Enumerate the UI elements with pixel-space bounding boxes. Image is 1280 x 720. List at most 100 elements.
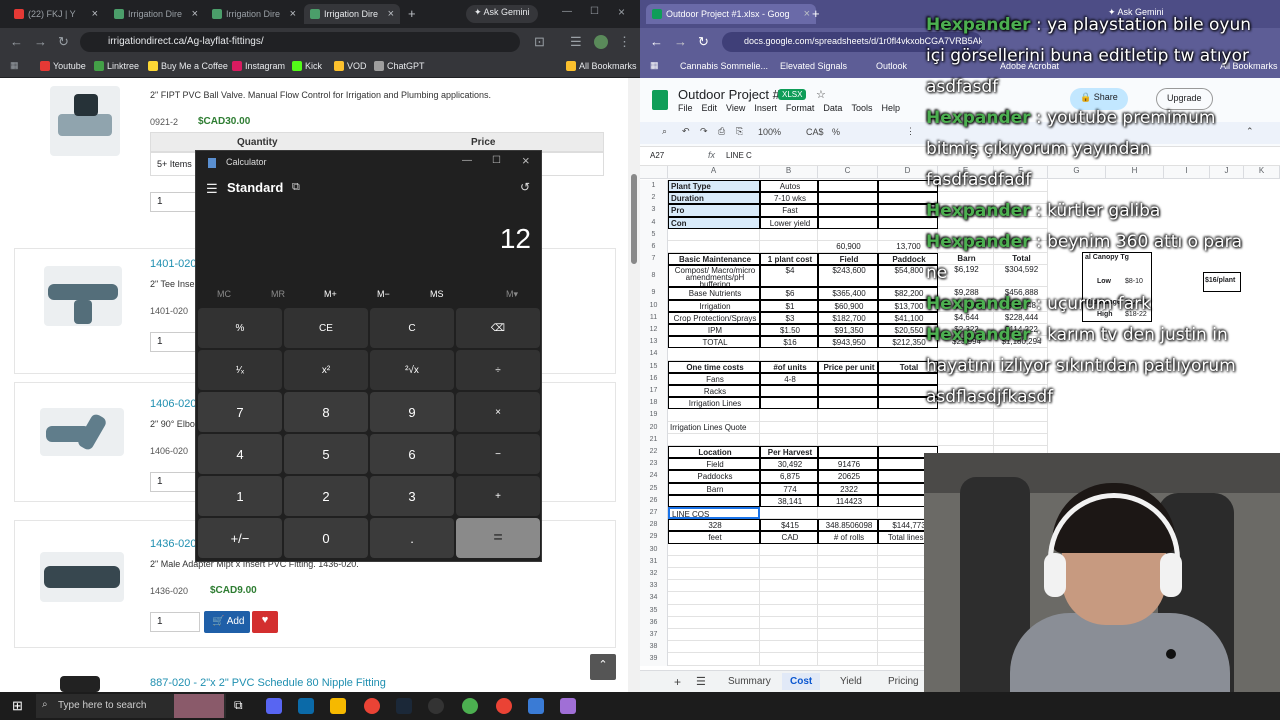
digit-9-key[interactable]: 9 xyxy=(370,392,454,432)
cell-a18[interactable]: Irrigation Lines xyxy=(668,397,760,410)
cell-a19[interactable] xyxy=(668,409,760,422)
cell-b13[interactable]: $16 xyxy=(760,336,818,349)
row-header[interactable]: 22 xyxy=(640,446,668,459)
cell-b26[interactable]: 38,141 xyxy=(760,494,818,507)
row-header[interactable]: 38 xyxy=(640,641,668,654)
cell-c28[interactable]: 348.8506098 xyxy=(818,519,878,532)
scrollbar[interactable] xyxy=(628,78,640,692)
cell-b15[interactable]: #of units xyxy=(760,360,818,373)
quantity-input[interactable]: 1 xyxy=(150,192,200,212)
wishlist-button[interactable]: ♥ xyxy=(252,611,278,633)
cell-a16[interactable]: Fans xyxy=(668,372,760,385)
cell-b21[interactable] xyxy=(760,433,818,446)
cell-a6[interactable] xyxy=(668,241,760,254)
maximize-button[interactable]: ☐ xyxy=(492,155,501,166)
cell-c30[interactable] xyxy=(818,543,878,556)
cell-b7[interactable]: 1 plant cost xyxy=(760,253,818,266)
cell-b20[interactable] xyxy=(760,421,818,434)
row-header[interactable]: 14 xyxy=(640,348,668,361)
cell-a2[interactable]: Duration xyxy=(668,192,760,205)
cell-b31[interactable] xyxy=(760,555,818,568)
cell-a7[interactable]: Basic Maintenance xyxy=(668,253,760,266)
cell-a21[interactable] xyxy=(668,433,760,446)
cell-a10[interactable]: Irrigation xyxy=(668,299,760,312)
row-header[interactable]: 12 xyxy=(640,324,668,337)
cell-b38[interactable] xyxy=(760,641,818,654)
edge-icon[interactable] xyxy=(298,698,314,714)
backspace-key[interactable]: ⌫ xyxy=(456,308,540,348)
cell-c24[interactable]: 20625 xyxy=(818,470,878,483)
profile-avatar[interactable] xyxy=(594,35,608,49)
cell-a26[interactable] xyxy=(668,494,760,507)
cell-c4[interactable] xyxy=(818,216,878,229)
cell-c12[interactable]: $91,350 xyxy=(818,324,878,337)
cell-a34[interactable] xyxy=(668,592,760,605)
cell-b8[interactable]: $4 xyxy=(760,265,818,288)
forward-icon[interactable]: → xyxy=(34,34,47,49)
menu-file[interactable]: File xyxy=(678,103,693,113)
row-header[interactable]: 11 xyxy=(640,311,668,324)
row-header[interactable]: 19 xyxy=(640,409,668,422)
digit-4-key[interactable]: 4 xyxy=(198,434,282,474)
windows-start-icon[interactable]: ⊞ xyxy=(12,698,23,714)
row-header[interactable]: 2 xyxy=(640,192,668,205)
row-header[interactable]: 7 xyxy=(640,253,668,266)
cell-b36[interactable] xyxy=(760,616,818,629)
cell-c16[interactable] xyxy=(818,372,878,385)
column-header[interactable]: B xyxy=(760,166,818,179)
cell-a31[interactable] xyxy=(668,555,760,568)
print-icon[interactable]: ⎙ xyxy=(718,126,725,137)
cell-b18[interactable] xyxy=(760,397,818,410)
digit-7-key[interactable]: 7 xyxy=(198,392,282,432)
digit-2-key[interactable]: 2 xyxy=(284,476,368,516)
chrome-icon[interactable] xyxy=(364,698,380,714)
cell-c27[interactable] xyxy=(818,507,878,520)
cell-c26[interactable]: 114423 xyxy=(818,494,878,507)
add-sheet-icon[interactable]: + xyxy=(674,675,681,689)
bookmark-instagram[interactable]: Instagram xyxy=(232,61,285,71)
product-name-link[interactable]: 1436-020 xyxy=(150,538,197,550)
row-header[interactable]: 10 xyxy=(640,299,668,312)
cell-b17[interactable] xyxy=(760,385,818,398)
cell-c29[interactable]: # of rolls xyxy=(818,531,878,544)
cell-a36[interactable] xyxy=(668,616,760,629)
digit-5-key[interactable]: 5 xyxy=(284,434,368,474)
row-header[interactable]: 23 xyxy=(640,458,668,471)
cell-a29[interactable]: feet xyxy=(668,531,760,544)
percent-format-icon[interactable]: % xyxy=(832,127,840,137)
close-window-button[interactable]: × xyxy=(618,5,625,19)
cell-a1[interactable]: Plant Type xyxy=(668,180,760,193)
cell-a28[interactable]: 328 xyxy=(668,519,760,532)
all-sheets-icon[interactable]: ☰ xyxy=(696,675,706,688)
cell-a11[interactable]: Crop Protection/Sprays xyxy=(668,311,760,324)
cell-a17[interactable]: Racks xyxy=(668,385,760,398)
bookmark-buymeacoffee[interactable]: Buy Me a Coffee xyxy=(148,61,228,71)
cell-e21[interactable] xyxy=(938,433,994,446)
cell-d20[interactable] xyxy=(878,421,938,434)
cell-c33[interactable] xyxy=(818,580,878,593)
cell-a15[interactable]: One time costs xyxy=(668,360,760,373)
cell-b33[interactable] xyxy=(760,580,818,593)
row-header[interactable]: 3 xyxy=(640,204,668,217)
cell-c21[interactable] xyxy=(818,433,878,446)
search-icon[interactable]: ⌕ xyxy=(662,126,667,137)
divide-key[interactable]: ÷ xyxy=(456,350,540,390)
cell-b25[interactable]: 774 xyxy=(760,482,818,495)
row-header[interactable]: 35 xyxy=(640,604,668,617)
cell-c35[interactable] xyxy=(818,604,878,617)
memory-clear[interactable]: MC xyxy=(217,289,231,299)
cell-b9[interactable]: $6 xyxy=(760,287,818,300)
sheet-tab-summary[interactable]: Summary xyxy=(728,676,771,687)
app-icon[interactable] xyxy=(528,698,544,714)
zoom-select[interactable]: 100% xyxy=(758,127,781,137)
cell-a35[interactable] xyxy=(668,604,760,617)
row-header[interactable]: 34 xyxy=(640,592,668,605)
cell-a24[interactable]: Paddocks xyxy=(668,470,760,483)
cell-b2[interactable]: 7-10 wks xyxy=(760,192,818,205)
cell-c32[interactable] xyxy=(818,568,878,581)
cell-a38[interactable] xyxy=(668,641,760,654)
row-header[interactable]: 39 xyxy=(640,653,668,666)
quantity-input[interactable]: 1 xyxy=(150,612,200,632)
cell-c13[interactable]: $943,950 xyxy=(818,336,878,349)
cell-c14[interactable] xyxy=(818,348,878,361)
